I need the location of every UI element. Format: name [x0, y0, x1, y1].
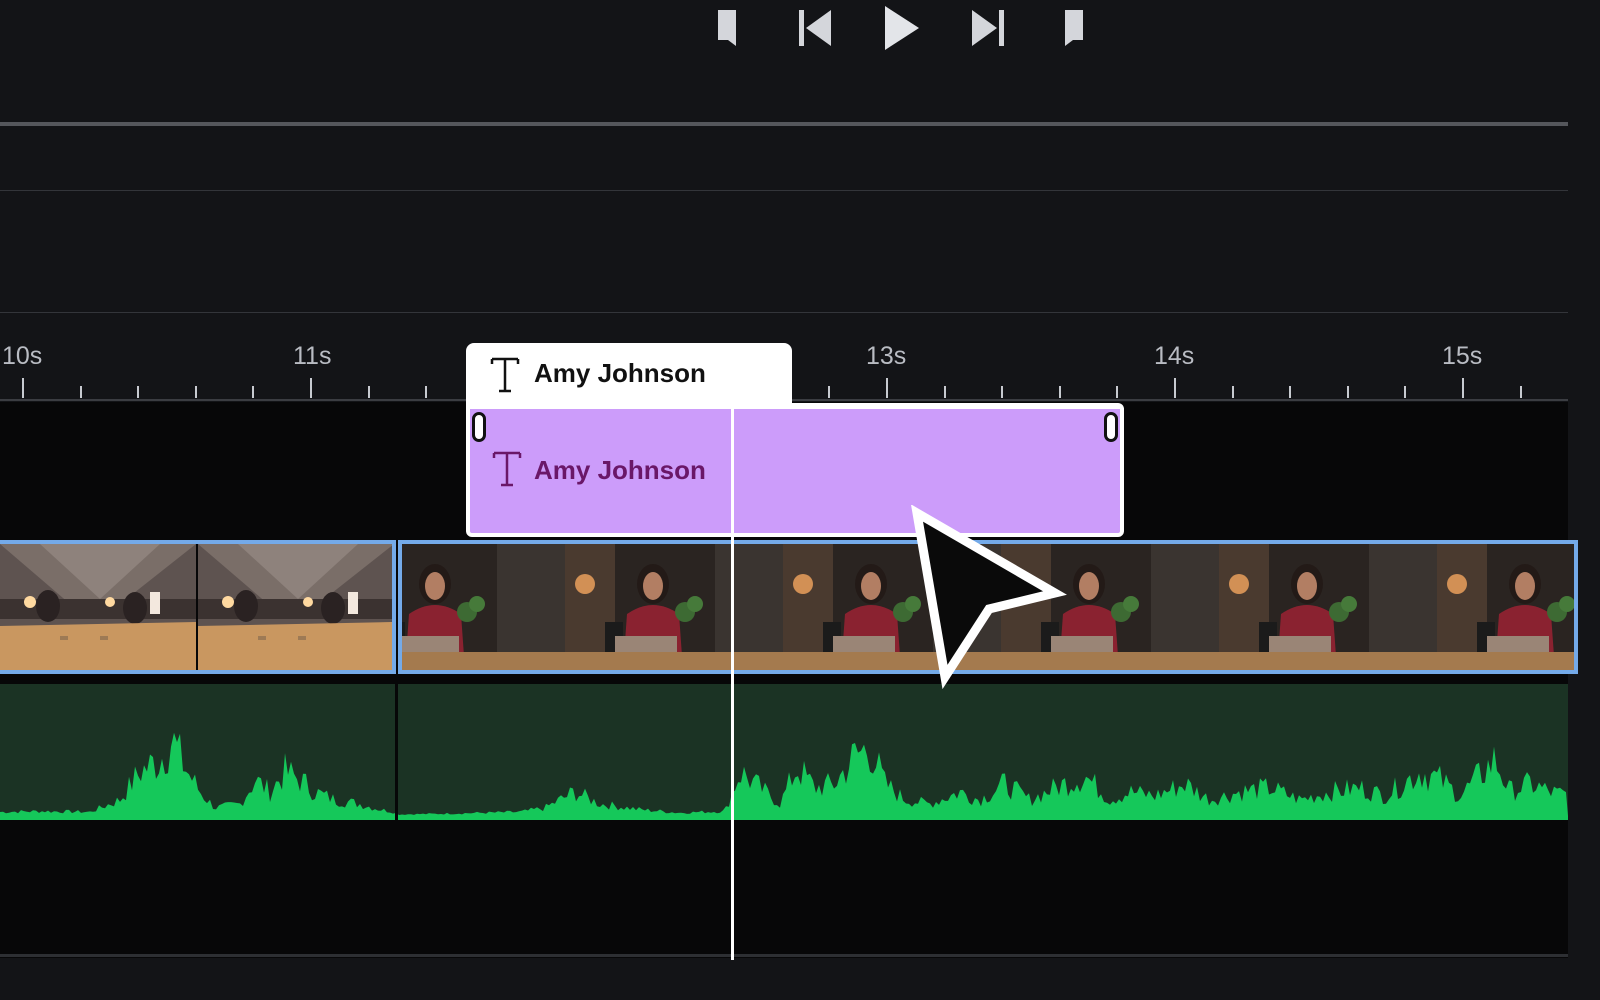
- ruler-minor-tick: [194, 386, 197, 398]
- separator-line: [0, 190, 1568, 191]
- play-icon: [885, 6, 919, 50]
- audio-track[interactable]: [0, 684, 1568, 820]
- ruler-minor-tick: [828, 386, 831, 398]
- title-clip-label: Amy Johnson: [534, 455, 706, 485]
- ruler-minor-tick: [1289, 386, 1292, 398]
- mark-out-icon: [1065, 10, 1083, 46]
- ruler-minor-tick: [1404, 386, 1407, 398]
- ruler-minor-tick: [1001, 386, 1004, 398]
- clip-trim-handle-left[interactable]: [472, 412, 486, 442]
- arrow-cursor-icon: [911, 505, 1067, 690]
- ruler-minor-tick: [1231, 386, 1234, 398]
- playhead[interactable]: [731, 378, 734, 960]
- video-frame-thumbnail: [565, 544, 783, 670]
- skip-back-button[interactable]: [795, 6, 835, 50]
- separator-line: [0, 312, 1568, 313]
- ruler-minor-tick: [79, 386, 82, 398]
- mark-out-button[interactable]: [1055, 6, 1095, 50]
- audio-clip-divider: [395, 684, 398, 820]
- video-frame-thumbnail: [402, 544, 565, 670]
- text-icon: [490, 357, 520, 393]
- title-clip-tab[interactable]: Amy Johnson: [466, 343, 792, 407]
- video-frame-thumbnail: [1219, 544, 1437, 670]
- ruler-major-tick: [22, 378, 24, 398]
- ruler-minor-tick: [1058, 386, 1061, 398]
- ruler-minor-tick: [943, 386, 946, 398]
- skip-back-icon: [799, 10, 831, 46]
- waveform-baseline: [0, 816, 1568, 820]
- mark-in-button[interactable]: [706, 6, 746, 50]
- ruler-minor-tick: [425, 386, 428, 398]
- meeting-room-clip[interactable]: [0, 540, 396, 674]
- waveform-path: [0, 732, 1568, 816]
- text-icon: [492, 451, 522, 487]
- ruler-minor-tick: [1519, 386, 1522, 398]
- timeline-scrollbar[interactable]: [0, 954, 1568, 957]
- ruler-minor-tick: [367, 386, 370, 398]
- skip-forward-icon: [972, 10, 1004, 46]
- video-frame-thumbnail: [1437, 544, 1574, 670]
- video-frame-thumbnail: [0, 544, 196, 670]
- skip-forward-button[interactable]: [968, 6, 1008, 50]
- ruler-minor-tick: [137, 386, 140, 398]
- ruler-minor-tick: [1346, 386, 1349, 398]
- mark-in-icon: [718, 10, 736, 46]
- ruler-major-tick: [1174, 378, 1176, 398]
- transport-controls: [0, 0, 1568, 60]
- ruler-major-tick: [1462, 378, 1464, 398]
- ruler-major-tick: [886, 378, 888, 398]
- ruler-major-tick: [310, 378, 312, 398]
- clip-thumbnails: [0, 544, 392, 670]
- ruler-minor-tick: [1116, 386, 1119, 398]
- play-button[interactable]: [881, 6, 921, 50]
- clip-trim-handle-right[interactable]: [1104, 412, 1118, 442]
- video-frame-thumbnail: [198, 544, 392, 670]
- ruler-minor-tick: [252, 386, 255, 398]
- viewer-divider[interactable]: [0, 122, 1568, 126]
- audio-waveform: [0, 732, 1568, 820]
- title-clip-tab-label: Amy Johnson: [534, 358, 706, 388]
